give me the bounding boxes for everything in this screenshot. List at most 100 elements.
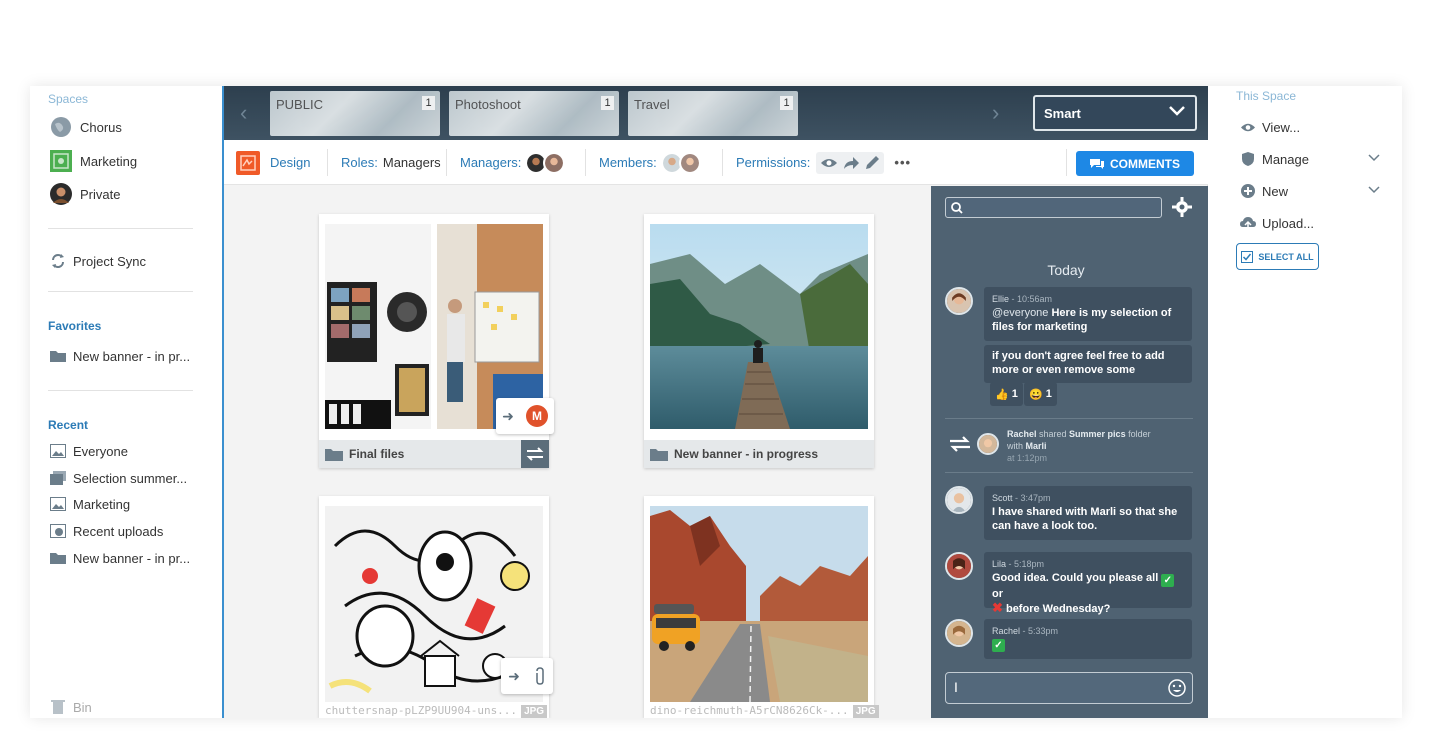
divider xyxy=(48,291,193,292)
file-type-badge: JPG xyxy=(521,705,548,718)
image-icon xyxy=(50,443,66,459)
divider xyxy=(945,418,1193,419)
smiley-icon[interactable] xyxy=(1168,679,1186,697)
tab-photoshoot[interactable]: Photoshoot 1 xyxy=(449,91,619,136)
divider xyxy=(48,390,193,391)
chevron-right-icon[interactable]: › xyxy=(992,100,999,126)
globe-icon xyxy=(50,116,72,138)
avatar xyxy=(945,486,973,514)
permissions-field[interactable]: Permissions: ••• xyxy=(736,140,911,185)
space-tab-bar: ‹ PUBLIC 1 Photoshoot 1 Travel 1 › Smart xyxy=(224,86,1208,140)
sidebar-item-recent-selection-summer[interactable]: Selection summer... xyxy=(50,465,187,491)
image-icon xyxy=(50,496,66,512)
share-overlay[interactable]: ➜ xyxy=(501,658,553,694)
sidebar-item-chorus[interactable]: Chorus xyxy=(50,114,122,140)
check-mark-icon: ✓ xyxy=(1161,574,1175,587)
tab-count-badge: 1 xyxy=(422,96,435,110)
file-grid: ➜ M Final files New banner - in progress… xyxy=(224,186,931,718)
chat-search-input[interactable] xyxy=(945,197,1162,218)
chat-message-input[interactable]: I xyxy=(945,672,1193,704)
sidebar-item-recent-uploads[interactable]: Recent uploads xyxy=(50,518,163,544)
share-overlay[interactable]: ➜ M xyxy=(496,398,554,434)
divider xyxy=(945,472,1193,473)
avatar xyxy=(945,552,973,580)
text-cursor: I xyxy=(954,679,958,695)
view-action[interactable]: View... xyxy=(1240,116,1300,138)
chat-message: Scott - 3:47pm I have shared with Marli … xyxy=(984,486,1192,540)
arrow-right-icon: ➜ xyxy=(508,667,520,684)
eye-icon xyxy=(1240,122,1256,133)
recent-heading: Recent xyxy=(48,418,89,432)
avatar xyxy=(50,183,72,205)
folder-icon xyxy=(325,449,343,461)
plus-icon xyxy=(1240,184,1256,198)
reaction-grin[interactable]: 😀 1 xyxy=(1024,382,1057,406)
app-window: Spaces Chorus Marketing Private Project … xyxy=(30,86,1402,718)
image-card-chuttersnap[interactable]: ➜ xyxy=(319,496,553,718)
mention[interactable]: @everyone xyxy=(992,307,1048,319)
sidebar-item-recent-new-banner[interactable]: New banner - in pr... xyxy=(50,545,190,571)
tab-travel[interactable]: Travel 1 xyxy=(628,91,798,136)
avatar xyxy=(945,287,973,315)
divider xyxy=(722,149,723,176)
sidebar-item-marketing[interactable]: Marketing xyxy=(50,148,137,174)
eye-icon xyxy=(821,158,838,167)
comments-button[interactable]: COMMENTS xyxy=(1076,151,1194,176)
file-type-badge: JPG xyxy=(852,705,879,718)
image-filename: dino-reichmuth-A5rCN8626Ck-... JPG xyxy=(650,704,879,718)
folder-card-final-files[interactable]: ➜ M Final files xyxy=(319,214,554,468)
sidebar-item-bin[interactable]: Bin xyxy=(50,694,92,718)
stack-icon xyxy=(50,470,66,486)
sidebar-item-private[interactable]: Private xyxy=(50,181,120,207)
favorites-heading: Favorites xyxy=(48,319,102,333)
chat-bubbles-icon xyxy=(1090,158,1104,169)
avatar xyxy=(543,151,566,174)
this-space-heading: This Space xyxy=(1236,89,1297,103)
space-name[interactable]: Design xyxy=(236,140,310,185)
image-filename: chuttersnap-pLZP9UU904-uns... JPG xyxy=(325,704,548,718)
image-card-dino-reichmuth[interactable] xyxy=(644,496,874,718)
trash-icon xyxy=(50,699,66,715)
members-field[interactable]: Members: xyxy=(599,140,701,185)
swap-icon xyxy=(950,436,970,452)
sidebar-item-recent-marketing[interactable]: Marketing xyxy=(50,491,130,517)
reaction-thumbs-up[interactable]: 👍 1 xyxy=(990,382,1023,406)
avatar xyxy=(977,433,999,455)
left-sidebar: Spaces Chorus Marketing Private Project … xyxy=(30,86,222,718)
new-action[interactable]: New xyxy=(1240,180,1288,202)
chat-day-separator: Today xyxy=(1047,262,1085,278)
arrow-right-icon: ➜ xyxy=(502,407,514,424)
tab-count-badge: 1 xyxy=(780,96,793,110)
folder-icon xyxy=(50,348,66,364)
view-mode-select[interactable]: Smart xyxy=(1033,95,1197,131)
more-options-icon[interactable]: ••• xyxy=(894,155,911,170)
sidebar-item-favorite-new-banner[interactable]: New banner - in pr... xyxy=(50,343,190,369)
main-area: ‹ PUBLIC 1 Photoshoot 1 Travel 1 › Smart xyxy=(222,86,1208,718)
share-button[interactable] xyxy=(521,440,549,468)
chat-message: Lila - 5:18pm Good idea. Could you pleas… xyxy=(984,552,1192,615)
right-panel: This Space View... Manage New Upload... … xyxy=(1208,86,1402,718)
image-thumbnail xyxy=(650,506,868,702)
card-title: New banner - in progress xyxy=(674,447,819,461)
tab-public[interactable]: PUBLIC 1 xyxy=(270,91,440,136)
gear-icon[interactable] xyxy=(1172,197,1192,217)
chevron-left-icon[interactable]: ‹ xyxy=(240,100,247,126)
sidebar-item-project-sync[interactable]: Project Sync xyxy=(50,248,146,274)
tab-count-badge: 1 xyxy=(601,96,614,110)
folder-card-new-banner[interactable]: New banner - in progress xyxy=(644,214,874,468)
managers-field[interactable]: Managers: xyxy=(460,140,566,185)
upload-clock-icon xyxy=(50,523,66,539)
checkbox-icon xyxy=(1241,250,1254,263)
roles-field[interactable]: Roles: Managers xyxy=(341,140,441,185)
cloud-upload-icon xyxy=(1240,216,1256,230)
upload-action[interactable]: Upload... xyxy=(1240,212,1314,234)
manage-action[interactable]: Manage xyxy=(1240,148,1309,170)
divider xyxy=(585,149,586,176)
chevron-down-icon[interactable] xyxy=(1368,154,1380,162)
system-share-notice: Rachel shared Summer pics folder with Ma… xyxy=(1007,429,1151,463)
chevron-down-icon[interactable] xyxy=(1368,186,1380,194)
sidebar-item-recent-everyone[interactable]: Everyone xyxy=(50,438,128,464)
chat-message: Rachel - 5:33pm ✓ xyxy=(984,619,1192,659)
select-all-button[interactable]: SELECT ALL xyxy=(1236,243,1319,270)
check-mark-icon: ✓ xyxy=(992,639,1005,652)
